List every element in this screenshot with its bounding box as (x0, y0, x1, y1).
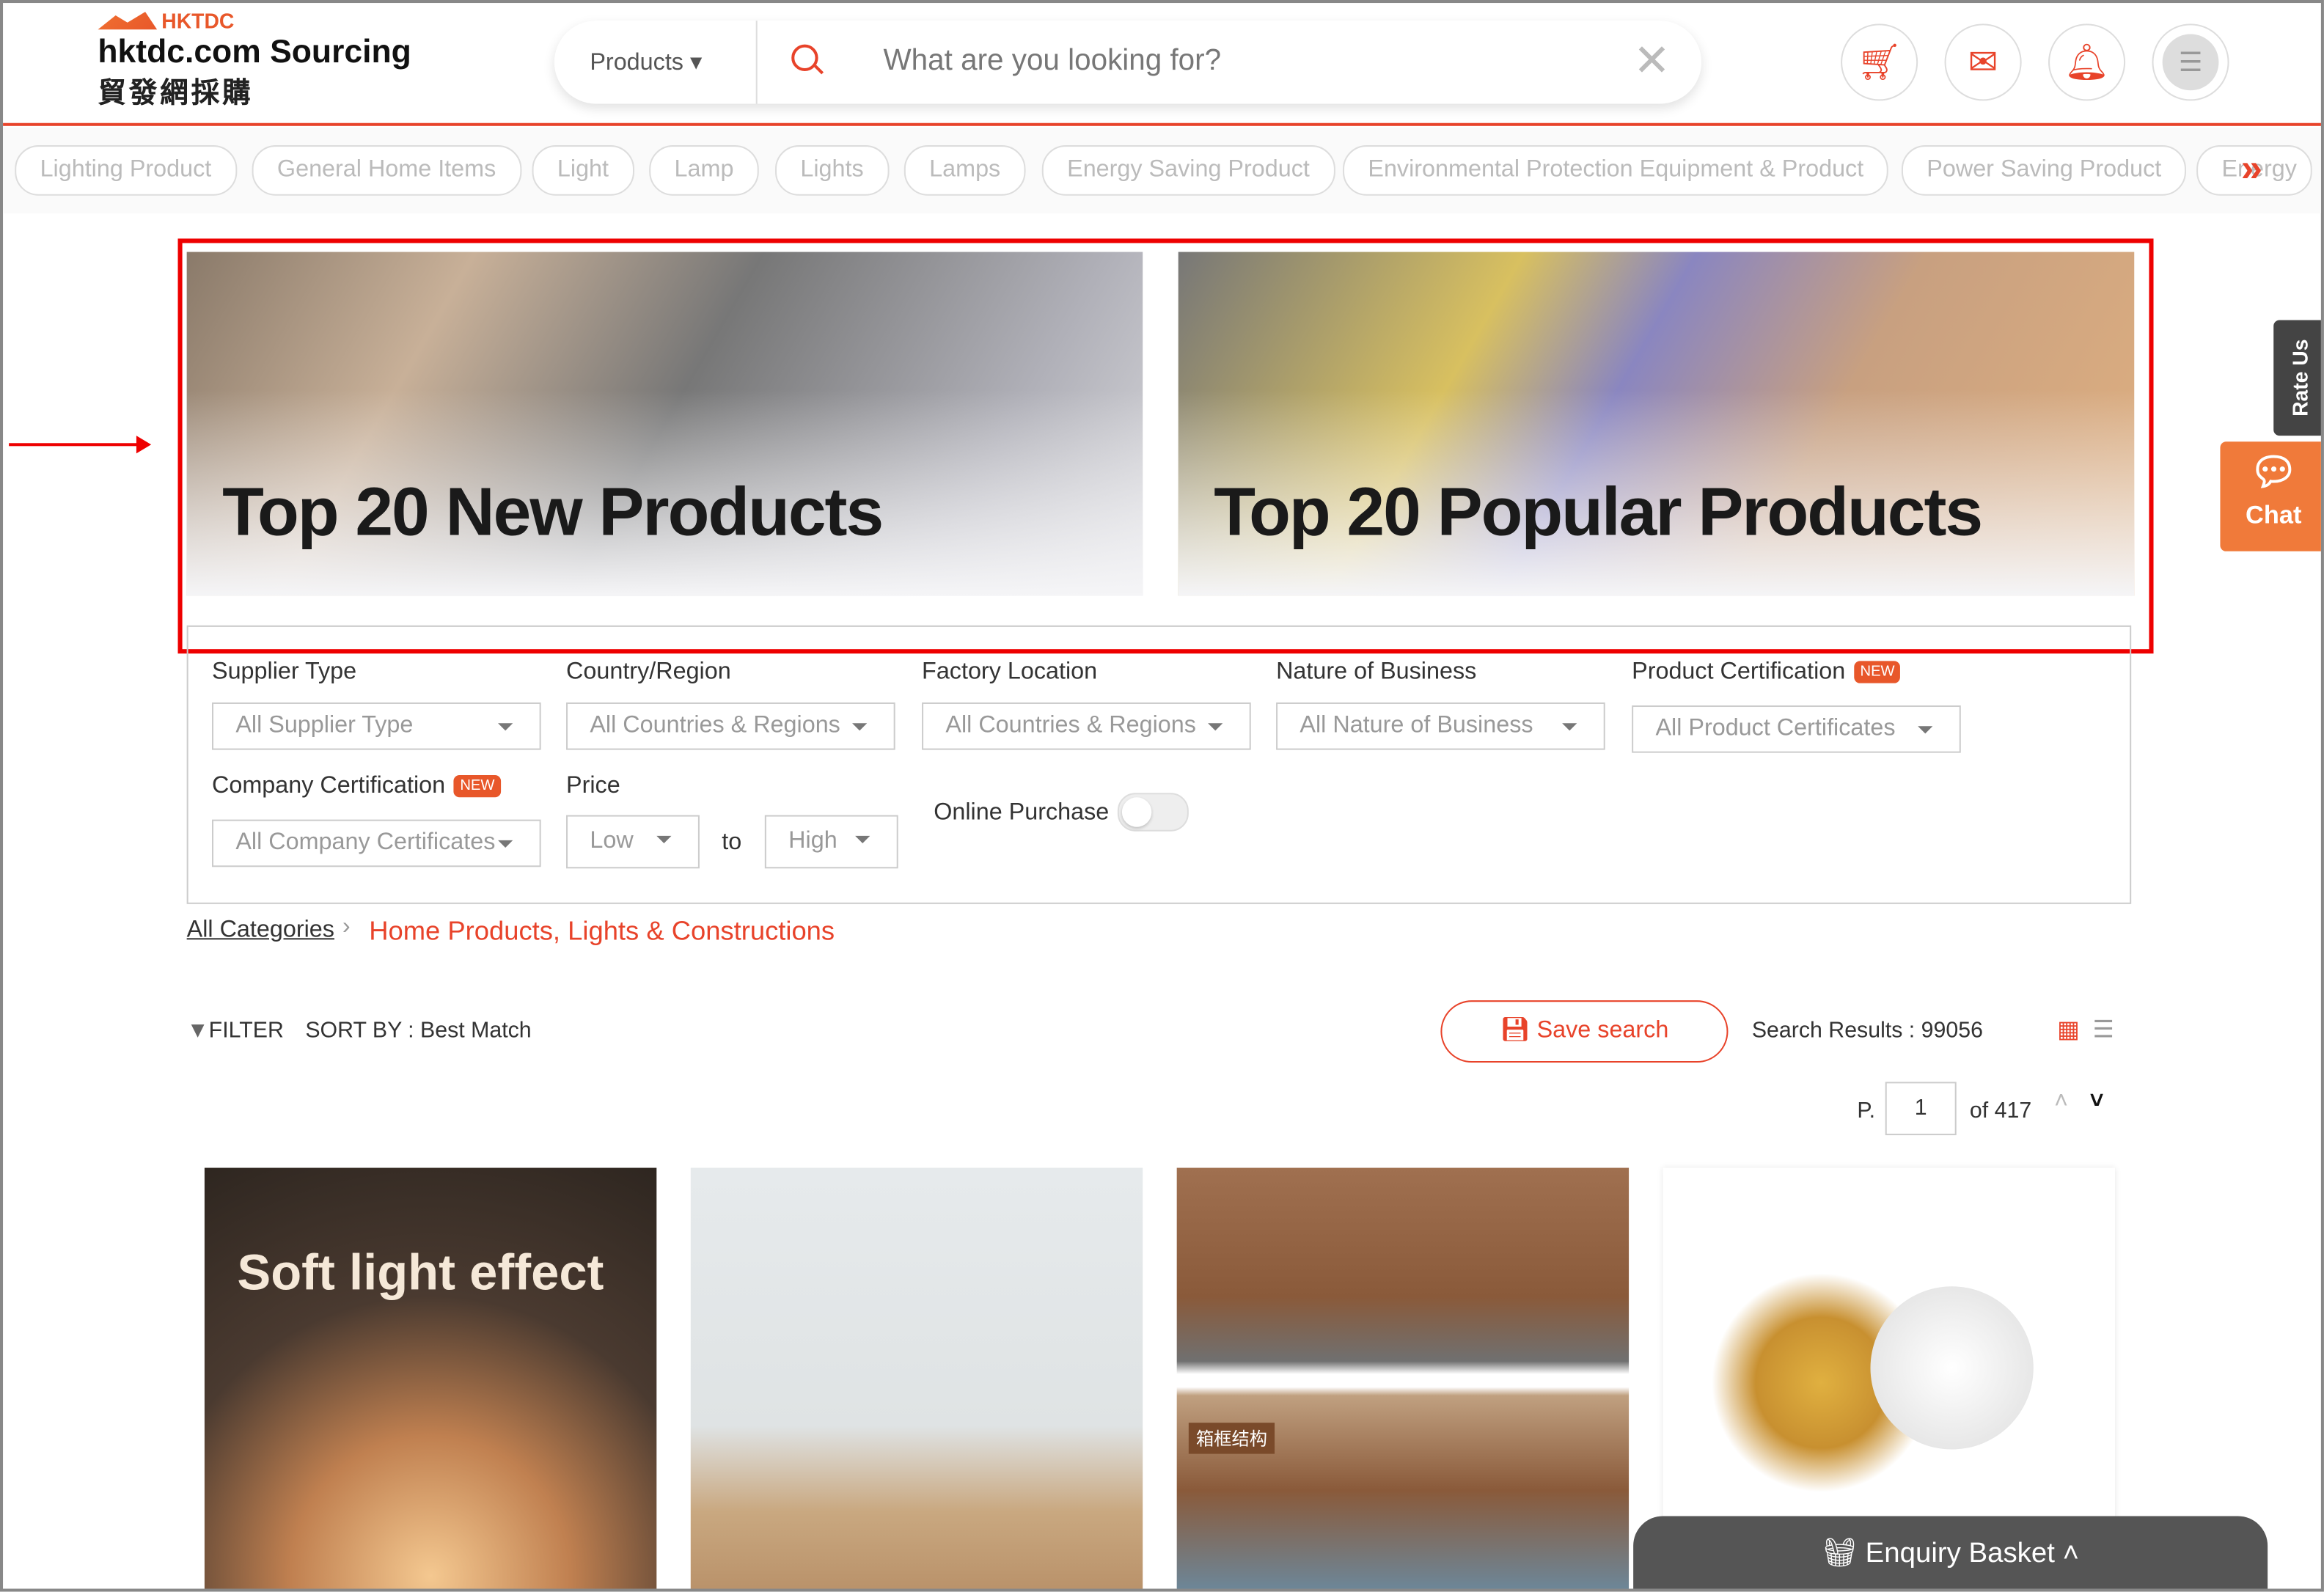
tag-chip[interactable]: General Home Items (252, 145, 521, 196)
prev-page-icon[interactable]: ˄ (2054, 1089, 2068, 1115)
nature-of-business-select[interactable]: All Nature of Business (1276, 702, 1605, 750)
bell-icon[interactable]: 🔔︎ (2048, 23, 2126, 101)
page: HKTDC hktdc.com Sourcing 貿發網採購 Products … (0, 0, 2324, 1592)
save-search-button[interactable]: 💾︎ Save search (1440, 1000, 1729, 1063)
chat-button[interactable]: 💬︎ Chat (2220, 441, 2321, 551)
filter-label: Online Purchase (934, 800, 1110, 826)
country-select[interactable]: All Countries & Regions (566, 702, 895, 750)
tag-chip[interactable]: Power Saving Product (1901, 145, 2187, 196)
search-icon[interactable] (791, 44, 818, 72)
filter-label: Product Certification NEW (1632, 659, 1901, 686)
search-bar: Products ▾ What are you looking for? ✕ (554, 21, 1702, 104)
tag-chip[interactable]: Environmental Protection Equipment & Pro… (1343, 145, 1889, 196)
tag-chip[interactable]: Light (532, 145, 634, 196)
breadcrumb-current: Home Products, Lights & Constructions (369, 915, 835, 946)
brand-name[interactable]: hktdc.com Sourcing (98, 32, 411, 71)
filter-label: Price (566, 773, 620, 799)
factory-location-select[interactable]: All Countries & Regions (922, 702, 1251, 750)
page-total: of 417 (1969, 1098, 2032, 1123)
chat-icon: 💬︎ (2248, 449, 2298, 494)
funnel-icon: ▼ (186, 1018, 209, 1043)
search-scope-dropdown[interactable]: Products ▾ (590, 48, 702, 77)
filter-button[interactable]: ▼FILTER (187, 1018, 284, 1043)
search-input[interactable]: What are you looking for? (884, 45, 1222, 78)
list-view-icon[interactable]: ☰ (2093, 1015, 2114, 1044)
tag-chip[interactable]: Energy Saving Product (1041, 145, 1335, 196)
brand-name-zh: 貿發網採購 (98, 78, 254, 110)
highlight-box (177, 238, 2154, 654)
annotation-arrow (9, 436, 152, 454)
chevron-up-icon: ˄ (2062, 1538, 2080, 1570)
tag-chip[interactable]: Lamps (903, 145, 1026, 196)
product-card[interactable] (690, 1167, 1143, 1589)
chevron-right-icon: › (342, 914, 351, 940)
cart-icon[interactable]: 🛒︎ (1841, 23, 1918, 101)
divider (755, 21, 758, 104)
page-input[interactable]: 1 (1885, 1082, 1957, 1136)
filter-label: Company Certification NEW (212, 774, 501, 800)
menu-icon[interactable]: ☰ (2152, 23, 2229, 101)
company-certification-select[interactable]: All Company Certificates (212, 819, 541, 867)
search-results-count: Search Results : 99056 (1751, 1018, 1983, 1043)
next-page-icon[interactable]: ˅ (2090, 1089, 2104, 1115)
supplier-type-select[interactable]: All Supplier Type (212, 702, 541, 750)
product-certification-select[interactable]: All Product Certificates (1632, 705, 1961, 753)
page-label: P. (1857, 1098, 1876, 1123)
mail-icon[interactable]: ✉ (1944, 23, 2022, 101)
online-purchase-toggle[interactable] (1117, 793, 1189, 832)
enquiry-basket[interactable]: 🧺︎ Enquiry Basket ˄ (1633, 1516, 2268, 1589)
tag-chip[interactable]: Lamp (649, 145, 759, 196)
breadcrumb-root[interactable]: All Categories (187, 917, 334, 944)
grid-view-icon[interactable]: ▦ (2057, 1015, 2080, 1044)
header-divider (3, 122, 2321, 126)
price-low-input[interactable]: Low (566, 815, 700, 869)
filter-label: Supplier Type (212, 659, 357, 685)
new-badge: NEW (454, 774, 501, 798)
product-card[interactable]: 箱框结构 (1176, 1167, 1630, 1589)
product-image-text: Soft light effect (237, 1244, 604, 1302)
filter-label: Country/Region (566, 659, 731, 685)
save-icon: 💾︎ (1500, 1018, 1531, 1043)
tag-chip[interactable]: Lighting Product (15, 145, 237, 196)
price-to-label: to (722, 829, 742, 856)
filter-label: Factory Location (922, 659, 1098, 685)
clear-icon[interactable]: ✕ (1633, 36, 1671, 88)
tag-chip[interactable]: Lights (774, 145, 889, 196)
basket-icon: 🧺︎ (1822, 1538, 1858, 1570)
sort-dropdown[interactable]: SORT BY : Best Match (305, 1018, 531, 1043)
hktdc-logo[interactable]: HKTDC (98, 9, 234, 32)
new-badge: NEW (1854, 661, 1901, 683)
scroll-right-icon[interactable]: » (2241, 145, 2262, 191)
product-image-text: 箱框结构 (1188, 1423, 1275, 1454)
rate-us-button[interactable]: Rate Us (2273, 320, 2321, 436)
filter-label: Nature of Business (1276, 659, 1477, 685)
price-high-input[interactable]: High (764, 815, 898, 869)
product-card[interactable]: Soft light effect (204, 1167, 657, 1589)
